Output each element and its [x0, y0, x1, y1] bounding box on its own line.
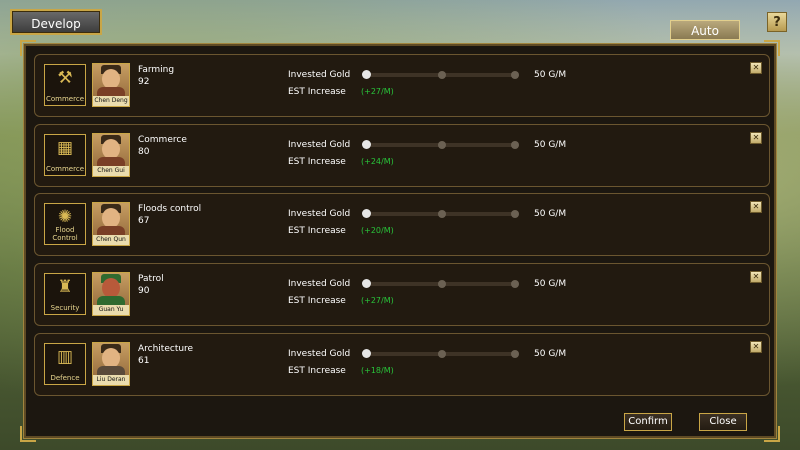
slider-thumb[interactable]: [362, 279, 371, 288]
category-label: Commerce: [46, 165, 84, 173]
invested-gold-label: Invested Gold: [288, 279, 351, 289]
slider-thumb[interactable]: [362, 70, 371, 79]
close-button[interactable]: Close: [699, 413, 747, 431]
est-increase-label: EST Increase: [288, 157, 346, 167]
category-icon-box: ▥ Defence: [44, 343, 86, 385]
officer-portrait[interactable]: Chen Deng: [92, 63, 130, 107]
category-title: Farming: [138, 65, 175, 75]
category-icon-box: ♜ Security: [44, 273, 86, 315]
portrait-face: [102, 69, 120, 89]
develop-row: ▦ Commerce Chen Gui Commerce 80 Invested…: [34, 124, 770, 187]
corner-ornament: [20, 426, 36, 442]
portrait-face: [102, 348, 120, 368]
invest-slider[interactable]: [362, 349, 519, 358]
slider-tick: [511, 210, 519, 218]
gold-amount: 50 G/M: [534, 140, 567, 150]
slider-tick: [438, 141, 446, 149]
slider-tick: [438, 71, 446, 79]
est-increase-label: EST Increase: [288, 296, 346, 306]
develop-row: ♜ Security Guan Yu Patrol 90 Invested Go…: [34, 263, 770, 326]
invested-gold-label: Invested Gold: [288, 140, 351, 150]
close-icon[interactable]: ✕: [750, 271, 762, 283]
category-value: 92: [138, 77, 150, 87]
category-value: 61: [138, 356, 150, 366]
invested-gold-label: Invested Gold: [288, 70, 351, 80]
officer-name: Chen Deng: [93, 96, 129, 106]
est-increase-label: EST Increase: [288, 366, 346, 376]
portrait-face: [102, 139, 120, 159]
invest-slider[interactable]: [362, 209, 519, 218]
develop-row: ✺ Flood Control Chen Qun Floods control …: [34, 193, 770, 256]
category-value: 80: [138, 147, 150, 157]
gold-amount: 50 G/M: [534, 349, 567, 359]
officer-name: Liu Deran: [93, 375, 129, 385]
category-label: Security: [50, 304, 80, 312]
est-increase-label: EST Increase: [288, 87, 346, 97]
est-increase-value: (+27/M): [361, 296, 394, 305]
develop-row: ⚒ Commerce Chen Deng Farming 92 Invested…: [34, 54, 770, 117]
officer-portrait[interactable]: Chen Qun: [92, 202, 130, 246]
portrait-face: [102, 208, 120, 228]
invest-slider[interactable]: [362, 279, 519, 288]
close-icon[interactable]: ✕: [750, 62, 762, 74]
close-icon[interactable]: ✕: [750, 341, 762, 353]
page-title: Develop: [10, 9, 102, 35]
category-value: 90: [138, 286, 150, 296]
officer-portrait[interactable]: Liu Deran: [92, 342, 130, 386]
slider-thumb[interactable]: [362, 209, 371, 218]
slider-thumb[interactable]: [362, 140, 371, 149]
corner-ornament: [20, 40, 36, 56]
invest-slider[interactable]: [362, 70, 519, 79]
category-label: Defence: [50, 374, 80, 382]
officer-portrait[interactable]: Guan Yu: [92, 272, 130, 316]
portrait-face: [102, 278, 120, 298]
category-label: Commerce: [46, 95, 84, 103]
invest-slider[interactable]: [362, 140, 519, 149]
category-icon-box: ▦ Commerce: [44, 134, 86, 176]
close-icon[interactable]: ✕: [750, 132, 762, 144]
category-icon-box: ✺ Flood Control: [44, 203, 86, 245]
invested-gold-label: Invested Gold: [288, 349, 351, 359]
est-increase-value: (+20/M): [361, 226, 394, 235]
officer-name: Chen Gui: [93, 166, 129, 176]
slider-tick: [511, 141, 519, 149]
slider-tick: [511, 280, 519, 288]
est-increase-value: (+27/M): [361, 87, 394, 96]
auto-button[interactable]: Auto: [670, 20, 740, 40]
corner-ornament: [764, 426, 780, 442]
est-increase-label: EST Increase: [288, 226, 346, 236]
slider-thumb[interactable]: [362, 349, 371, 358]
category-title: Floods control: [138, 204, 202, 214]
wall-icon: ▥: [56, 347, 74, 367]
confirm-button[interactable]: Confirm: [624, 413, 672, 431]
gold-amount: 50 G/M: [534, 209, 567, 219]
close-icon[interactable]: ✕: [750, 201, 762, 213]
waterwheel-icon: ✺: [57, 207, 73, 227]
est-increase-value: (+18/M): [361, 366, 394, 375]
category-title: Commerce: [138, 135, 187, 145]
soldiers-icon: ♜: [57, 277, 73, 297]
abacus-icon: ▦: [56, 138, 74, 158]
help-button[interactable]: ?: [767, 12, 787, 32]
gold-amount: 50 G/M: [534, 279, 567, 289]
invested-gold-label: Invested Gold: [288, 209, 351, 219]
est-increase-value: (+24/M): [361, 157, 394, 166]
category-value: 67: [138, 216, 150, 226]
gold-amount: 50 G/M: [534, 70, 567, 80]
develop-panel: ⚒ Commerce Chen Deng Farming 92 Invested…: [20, 40, 780, 442]
officer-portrait[interactable]: Chen Gui: [92, 133, 130, 177]
category-label: Flood Control: [52, 226, 78, 242]
sickle-icon: ⚒: [57, 68, 73, 88]
slider-tick: [438, 280, 446, 288]
officer-name: Guan Yu: [93, 305, 129, 315]
slider-tick: [511, 71, 519, 79]
slider-tick: [438, 210, 446, 218]
category-title: Patrol: [138, 274, 164, 284]
develop-row: ▥ Defence Liu Deran Architecture 61 Inve…: [34, 333, 770, 396]
slider-tick: [511, 350, 519, 358]
category-icon-box: ⚒ Commerce: [44, 64, 86, 106]
slider-tick: [438, 350, 446, 358]
officer-name: Chen Qun: [93, 235, 129, 245]
category-title: Architecture: [138, 344, 194, 354]
